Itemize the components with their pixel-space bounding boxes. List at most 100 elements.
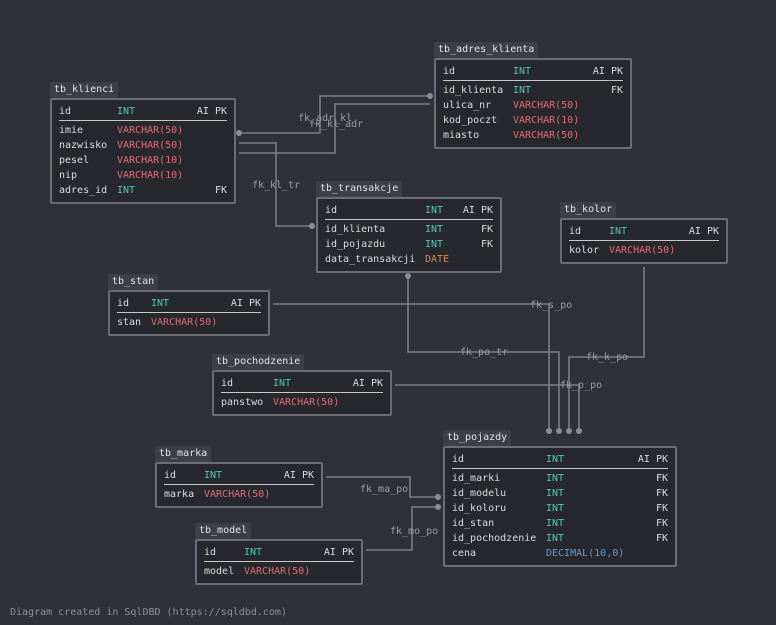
column-row[interactable]: pesel VARCHAR(10)	[59, 153, 227, 168]
column-name: id_stan	[452, 518, 495, 529]
column-type: VARCHAR(10)	[117, 155, 184, 166]
column-row[interactable]: imie VARCHAR(50)	[59, 123, 227, 138]
column-flag: AI PK	[196, 106, 227, 117]
column-flag: FK	[655, 473, 668, 484]
column-type: VARCHAR(50)	[609, 245, 676, 256]
column-row[interactable]: kod_poczt VARCHAR(10)	[443, 113, 623, 128]
column-name: id_marki	[452, 473, 501, 484]
column-row[interactable]: id_klienta INT FK	[325, 222, 493, 237]
column-name: id_koloru	[452, 503, 507, 514]
table-tb-pochodzenie[interactable]: tb_pochodzenie id INT AI PK panstwo VARCHAR(5…	[212, 354, 392, 416]
column-name: kod_poczt	[443, 115, 498, 126]
primary-key-row[interactable]: id INT AI PK	[221, 375, 383, 393]
column-row[interactable]: ulica_nr VARCHAR(50)	[443, 98, 623, 113]
column-name: miasto	[443, 130, 480, 141]
column-flag: AI PK	[323, 547, 354, 558]
table-body: id INT AI PK id_klienta INT FK ulica_nr VARCHAR…	[434, 58, 632, 149]
label-fk-ma-po: fk_ma_po	[360, 484, 408, 495]
column-type: VARCHAR(50)	[117, 140, 184, 151]
table-tb-stan[interactable]: tb_stan id INT AI PK stan VARCHAR(50)	[108, 274, 270, 336]
column-type: INT	[425, 205, 444, 216]
column-name: id	[221, 378, 234, 389]
table-body: id INT AI PK marka VARCHAR(50)	[155, 462, 323, 508]
table-body: id INT AI PK stan VARCHAR(50)	[108, 290, 270, 336]
primary-key-row[interactable]: id INT AI PK	[325, 202, 493, 220]
table-body: id INT AI PK imie VARCHAR(50) nazwisko VARCHAR…	[50, 98, 236, 204]
table-tb-transakcje[interactable]: tb_transakcje id INT AI PK id_klienta INT FK id…	[316, 181, 502, 273]
primary-key-row[interactable]: id INT AI PK	[59, 103, 227, 121]
column-type: INT	[609, 226, 628, 237]
primary-key-row[interactable]: id INT AI PK	[204, 544, 354, 562]
column-row[interactable]: panstwo VARCHAR(50)	[221, 395, 383, 410]
column-type: INT	[117, 106, 136, 117]
table-body: id INT AI PK id_marki INT FK id_modelu INT FK id_…	[443, 446, 677, 567]
table-tb-adres-klienta[interactable]: tb_adres_klienta id INT AI PK id_klienta INT F…	[434, 42, 632, 149]
column-flag: FK	[655, 488, 668, 499]
column-flag: AI PK	[637, 454, 668, 465]
primary-key-row[interactable]: id INT AI PK	[569, 223, 719, 241]
column-type: INT	[425, 239, 444, 250]
primary-key-row[interactable]: id INT AI PK	[164, 467, 314, 485]
column-flag: AI PK	[592, 66, 623, 77]
column-row[interactable]: id_koloru INT FK	[452, 501, 668, 516]
column-row[interactable]: data_transakcji DATE	[325, 252, 493, 267]
column-flag: FK	[480, 224, 493, 235]
column-type: VARCHAR(50)	[513, 100, 580, 111]
column-type: DECIMAL(10,0)	[546, 548, 625, 559]
column-type: VARCHAR(50)	[244, 566, 311, 577]
column-row[interactable]: cena DECIMAL(10,0)	[452, 546, 668, 561]
column-row[interactable]: id_stan INT FK	[452, 516, 668, 531]
column-flag: FK	[655, 533, 668, 544]
column-row[interactable]: adres_id INT FK	[59, 183, 227, 198]
table-title: tb_kolor	[560, 202, 617, 218]
column-row[interactable]: nip VARCHAR(10)	[59, 168, 227, 183]
column-type: INT	[244, 547, 263, 558]
primary-key-row[interactable]: id INT AI PK	[117, 295, 261, 313]
column-row[interactable]: miasto VARCHAR(50)	[443, 128, 623, 143]
column-type: INT	[273, 378, 292, 389]
column-row[interactable]: kolor VARCHAR(50)	[569, 243, 719, 258]
column-row[interactable]: id_marki INT FK	[452, 471, 668, 486]
label-fk-po-tr: fk_po_tr	[460, 347, 508, 358]
table-title: tb_adres_klienta	[434, 42, 539, 58]
primary-key-row[interactable]: id INT AI PK	[443, 63, 623, 81]
column-type: INT	[117, 185, 136, 196]
column-name: pesel	[59, 155, 90, 166]
label-fk-kl-adr: fk_kl_adr	[309, 119, 363, 130]
column-type: VARCHAR(50)	[513, 130, 580, 141]
column-name: data_transakcji	[325, 254, 416, 265]
edge-endpoint	[427, 93, 433, 99]
column-flag: FK	[655, 503, 668, 514]
column-name: marka	[164, 489, 195, 500]
column-row[interactable]: id_pochodzenie INT FK	[452, 531, 668, 546]
table-tb-kolor[interactable]: tb_kolor id INT AI PK kolor VARCHAR(50)	[560, 202, 728, 264]
column-flag: FK	[214, 185, 227, 196]
table-title: tb_marka	[155, 446, 212, 462]
table-tb-model[interactable]: tb_model id INT AI PK model VARCHAR(50)	[195, 523, 363, 585]
column-name: id	[204, 547, 217, 558]
column-row[interactable]: model VARCHAR(50)	[204, 564, 354, 579]
column-type: VARCHAR(10)	[117, 170, 184, 181]
column-flag: FK	[655, 518, 668, 529]
column-row[interactable]: id_pojazdu INT FK	[325, 237, 493, 252]
column-row[interactable]: marka VARCHAR(50)	[164, 487, 314, 502]
column-name: id_klienta	[325, 224, 386, 235]
primary-key-row[interactable]: id INT AI PK	[452, 451, 668, 469]
column-row[interactable]: nazwisko VARCHAR(50)	[59, 138, 227, 153]
label-fk-p-po: fk_p_po	[560, 380, 602, 391]
table-title: tb_stan	[108, 274, 159, 290]
column-type: INT	[546, 503, 565, 514]
column-name: ulica_nr	[443, 100, 492, 111]
column-row[interactable]: id_modelu INT FK	[452, 486, 668, 501]
table-tb-klienci[interactable]: tb_klienci id INT AI PK imie VARCHAR(50) nazwi…	[50, 82, 236, 204]
column-type: INT	[546, 454, 565, 465]
column-row[interactable]: id_klienta INT FK	[443, 83, 623, 98]
column-flag: FK	[610, 85, 623, 96]
table-tb-marka[interactable]: tb_marka id INT AI PK marka VARCHAR(50)	[155, 446, 323, 508]
column-type: VARCHAR(10)	[513, 115, 580, 126]
column-name: id	[443, 66, 456, 77]
column-row[interactable]: stan VARCHAR(50)	[117, 315, 261, 330]
column-name: id	[569, 226, 582, 237]
table-tb-pojazdy[interactable]: tb_pojazdy id INT AI PK id_marki INT FK id_mode…	[443, 430, 677, 567]
column-name: id	[59, 106, 72, 117]
